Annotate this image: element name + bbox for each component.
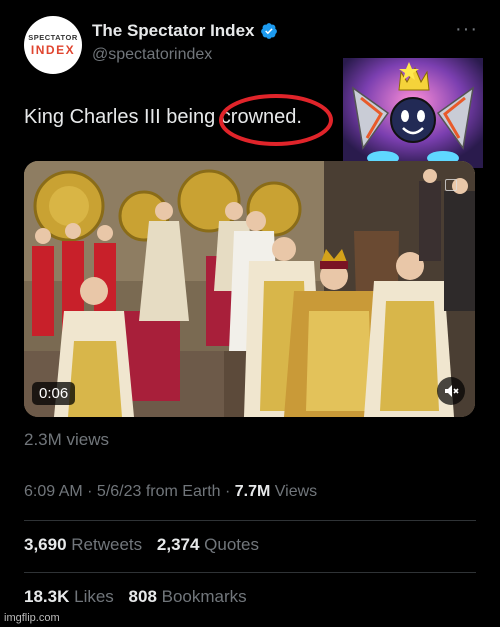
- tweet-source: from Earth: [141, 483, 221, 500]
- retweets-label: Retweets: [71, 535, 143, 554]
- meta-separator: ·: [82, 483, 97, 500]
- video-duration-badge: 0:06: [32, 382, 76, 405]
- divider: [24, 520, 476, 521]
- captions-icon[interactable]: [445, 179, 457, 191]
- tweet-text-main: King Charles III being: [24, 106, 221, 128]
- quotes-stat[interactable]: 2,374 Quotes: [157, 535, 259, 554]
- mute-icon[interactable]: [437, 377, 465, 405]
- retweets-quotes-row: 3,690 Retweets 2,374 Quotes: [24, 535, 259, 555]
- tweet-time[interactable]: 6:09 AM: [24, 483, 83, 500]
- avatar-logo-line1: SPECTATOR: [28, 33, 78, 42]
- coronation-video-frame: [24, 161, 475, 417]
- retweets-stat[interactable]: 3,690 Retweets: [24, 535, 142, 554]
- likes-bookmarks-row: 18.3K Likes 808 Bookmarks: [24, 587, 247, 607]
- avatar[interactable]: SPECTATOR INDEX: [24, 16, 82, 74]
- tweet-views-label: Views: [270, 483, 318, 500]
- imgflip-watermark: imgflip.com: [4, 612, 60, 624]
- bookmarks-count: 808: [128, 587, 157, 606]
- quotes-label: Quotes: [204, 535, 259, 554]
- retweets-count: 3,690: [24, 535, 67, 554]
- avatar-logo-line2: INDEX: [30, 43, 76, 57]
- likes-count: 18.3K: [24, 587, 70, 606]
- meta-separator: ·: [220, 483, 235, 500]
- tweet-date[interactable]: 5/6/23: [97, 483, 141, 500]
- quotes-count: 2,374: [156, 535, 200, 554]
- bookmarks-stat[interactable]: 808 Bookmarks: [129, 587, 247, 606]
- likes-stat[interactable]: 18.3K Likes: [24, 587, 114, 606]
- tweet-timestamp-line: 6:09 AM · 5/6/23 from Earth · 7.7M Views: [24, 483, 317, 501]
- author-handle[interactable]: @spectatorindex: [92, 46, 212, 64]
- divider: [24, 572, 476, 573]
- inset-crown-character-image: [343, 58, 483, 168]
- tweet-video[interactable]: 0:06: [24, 161, 475, 417]
- tweet-views-count: 7.7M: [234, 483, 271, 500]
- tweet-text-highlighted-word: crowned.: [220, 106, 302, 128]
- video-views-count: 2.3M views: [24, 430, 110, 449]
- author-display-name[interactable]: The Spectator Index: [92, 21, 254, 41]
- likes-label: Likes: [74, 587, 114, 606]
- author-name-row[interactable]: The Spectator Index: [92, 21, 278, 41]
- verified-badge-icon: [261, 23, 278, 39]
- more-icon[interactable]: ···: [455, 18, 478, 41]
- bookmarks-label: Bookmarks: [161, 587, 247, 606]
- tweet-text: King Charles III being crowned.: [24, 106, 302, 129]
